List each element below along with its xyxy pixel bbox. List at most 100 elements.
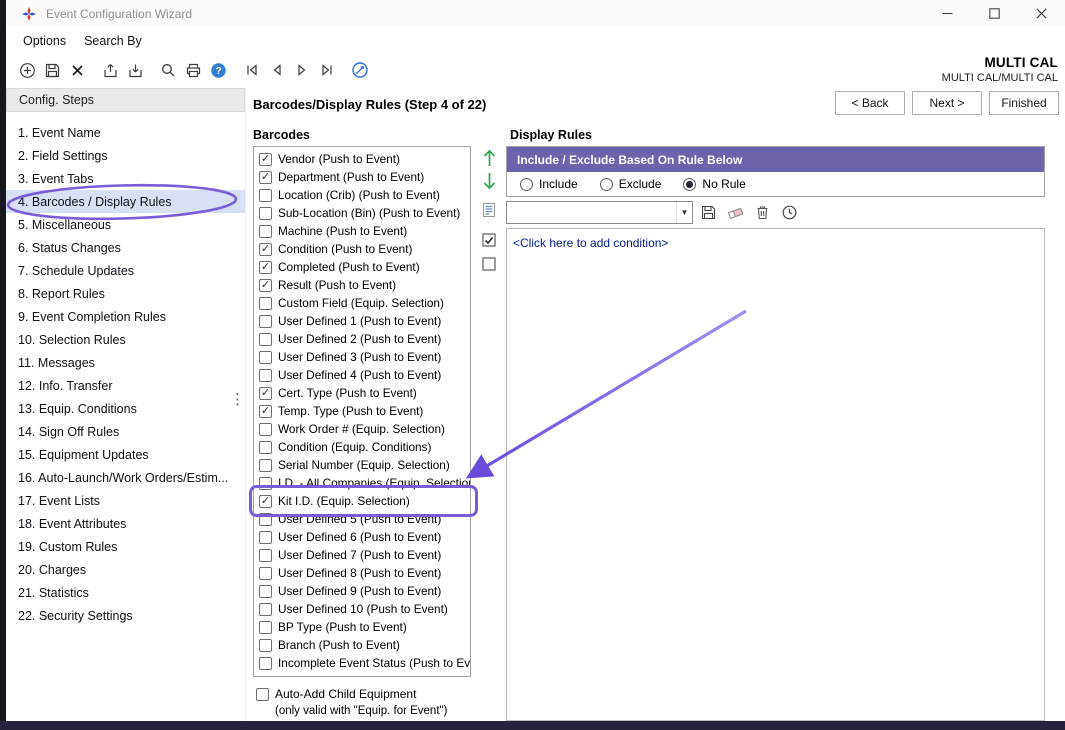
sidebar-item[interactable]: 3. Event Tabs — [6, 167, 245, 190]
first-record-button[interactable] — [239, 57, 264, 83]
previous-record-button[interactable] — [264, 57, 289, 83]
checkbox-unchecked-icon[interactable] — [259, 513, 272, 526]
barcode-item[interactable]: Department (Push to Event) — [254, 168, 470, 186]
barcode-item[interactable]: User Defined 7 (Push to Event) — [254, 546, 470, 564]
checkbox-checked-icon[interactable] — [259, 153, 272, 166]
last-record-button[interactable] — [314, 57, 339, 83]
add-condition-link[interactable]: <Click here to add condition> — [513, 236, 668, 250]
sidebar-item[interactable]: 18. Event Attributes — [6, 512, 245, 535]
sidebar-item[interactable]: 4. Barcodes / Display Rules — [6, 190, 245, 213]
barcode-item[interactable]: Vendor (Push to Event) — [254, 150, 470, 168]
barcode-item[interactable]: Completed (Push to Event) — [254, 258, 470, 276]
sidebar-item[interactable]: 2. Field Settings — [6, 144, 245, 167]
barcode-item[interactable]: User Defined 8 (Push to Event) — [254, 564, 470, 582]
sidebar-item[interactable]: 9. Event Completion Rules — [6, 305, 245, 328]
sidebar-item[interactable]: 17. Event Lists — [6, 489, 245, 512]
minimize-button[interactable] — [924, 0, 971, 27]
import-button[interactable] — [123, 57, 148, 83]
sidebar-item[interactable]: 6. Status Changes — [6, 236, 245, 259]
barcodes-list[interactable]: Vendor (Push to Event)Department (Push t… — [253, 146, 471, 677]
sidebar-item[interactable]: 12. Info. Transfer — [6, 374, 245, 397]
delete-button[interactable] — [65, 57, 90, 83]
barcode-item[interactable]: Condition (Equip. Conditions) — [254, 438, 470, 456]
checkbox-checked-icon[interactable] — [259, 495, 272, 508]
checkbox-unchecked-icon[interactable] — [259, 531, 272, 544]
checkbox-unchecked-icon[interactable] — [259, 549, 272, 562]
menu-search-by[interactable]: Search By — [75, 30, 151, 52]
checkbox-unchecked-icon[interactable] — [259, 351, 272, 364]
next-record-button[interactable] — [289, 57, 314, 83]
list-order-button[interactable] — [478, 199, 500, 221]
exclude-radio[interactable]: Exclude — [600, 177, 662, 191]
sidebar-item[interactable]: 22. Security Settings — [6, 604, 245, 627]
barcode-item[interactable]: Machine (Push to Event) — [254, 222, 470, 240]
move-down-button[interactable] — [478, 169, 500, 191]
print-button[interactable] — [181, 57, 206, 83]
sidebar-item[interactable]: 21. Statistics — [6, 581, 245, 604]
checkbox-unchecked-icon[interactable] — [259, 297, 272, 310]
sidebar-item[interactable]: 14. Sign Off Rules — [6, 420, 245, 443]
history-button[interactable] — [777, 201, 801, 224]
barcode-item[interactable]: Result (Push to Event) — [254, 276, 470, 294]
barcode-item[interactable]: Branch (Push to Event) — [254, 636, 470, 654]
barcode-item[interactable]: User Defined 6 (Push to Event) — [254, 528, 470, 546]
include-radio[interactable]: Include — [520, 177, 578, 191]
close-button[interactable] — [1018, 0, 1065, 27]
barcode-item[interactable]: Location (Crib) (Push to Event) — [254, 186, 470, 204]
sidebar-item[interactable]: 5. Miscellaneous — [6, 213, 245, 236]
barcode-item[interactable]: User Defined 2 (Push to Event) — [254, 330, 470, 348]
barcode-item[interactable]: BP Type (Push to Event) — [254, 618, 470, 636]
sidebar-item[interactable]: 13. Equip. Conditions — [6, 397, 245, 420]
checkbox-checked-icon[interactable] — [259, 387, 272, 400]
barcode-item[interactable]: I.D. - All Companies (Equip. Selection) — [254, 474, 470, 492]
search-button[interactable] — [156, 57, 181, 83]
checkbox-unchecked-icon[interactable] — [259, 189, 272, 202]
sidebar-item[interactable]: 16. Auto-Launch/Work Orders/Estim... — [6, 466, 245, 489]
barcode-item[interactable]: User Defined 5 (Push to Event) — [254, 510, 470, 528]
barcode-item[interactable]: Custom Field (Equip. Selection) — [254, 294, 470, 312]
sidebar-item[interactable]: 10. Selection Rules — [6, 328, 245, 351]
checkbox-unchecked-icon[interactable] — [259, 441, 272, 454]
barcode-item[interactable]: Temp. Type (Push to Event) — [254, 402, 470, 420]
sidebar-item[interactable]: 11. Messages — [6, 351, 245, 374]
sidebar-item[interactable]: 15. Equipment Updates — [6, 443, 245, 466]
splitter-handle[interactable]: ⋮ — [230, 390, 245, 408]
barcode-item[interactable]: User Defined 9 (Push to Event) — [254, 582, 470, 600]
save-rule-button[interactable] — [696, 201, 720, 224]
navigate-button[interactable] — [347, 57, 372, 83]
export-button[interactable] — [98, 57, 123, 83]
checkbox-unchecked-icon[interactable] — [259, 315, 272, 328]
checkbox-unchecked-icon[interactable] — [259, 459, 272, 472]
barcode-item[interactable]: Serial Number (Equip. Selection) — [254, 456, 470, 474]
sidebar-item[interactable]: 8. Report Rules — [6, 282, 245, 305]
checkbox-unchecked-icon[interactable] — [259, 477, 272, 490]
barcode-item[interactable]: Condition (Push to Event) — [254, 240, 470, 258]
checkbox-unchecked-icon[interactable] — [259, 567, 272, 580]
auto-add-checkbox-icon[interactable] — [256, 688, 269, 701]
checkbox-unchecked-icon[interactable] — [259, 423, 272, 436]
checkbox-unchecked-icon[interactable] — [259, 603, 272, 616]
checkbox-checked-icon[interactable] — [259, 171, 272, 184]
checkbox-unchecked-icon[interactable] — [259, 639, 272, 652]
checkbox-unchecked-icon[interactable] — [259, 657, 272, 670]
checkbox-checked-icon[interactable] — [259, 405, 272, 418]
barcode-item[interactable]: Cert. Type (Push to Event) — [254, 384, 470, 402]
rule-select-dropdown[interactable]: ▼ — [506, 201, 693, 224]
checkbox-unchecked-icon[interactable] — [259, 585, 272, 598]
barcode-item[interactable]: User Defined 3 (Push to Event) — [254, 348, 470, 366]
back-button[interactable]: < Back — [835, 91, 905, 115]
barcode-item[interactable]: Kit I.D. (Equip. Selection) — [254, 492, 470, 510]
maximize-button[interactable] — [971, 0, 1018, 27]
check-all-button[interactable] — [478, 229, 500, 251]
barcode-item[interactable]: User Defined 10 (Push to Event) — [254, 600, 470, 618]
checkbox-checked-icon[interactable] — [259, 279, 272, 292]
barcode-item[interactable]: User Defined 4 (Push to Event) — [254, 366, 470, 384]
uncheck-all-button[interactable] — [478, 253, 500, 275]
checkbox-unchecked-icon[interactable] — [259, 369, 272, 382]
move-up-button[interactable] — [478, 147, 500, 169]
checkbox-unchecked-icon[interactable] — [259, 207, 272, 220]
checkbox-checked-icon[interactable] — [259, 243, 272, 256]
sidebar-item[interactable]: 7. Schedule Updates — [6, 259, 245, 282]
checkbox-unchecked-icon[interactable] — [259, 333, 272, 346]
next-button[interactable]: Next > — [912, 91, 982, 115]
